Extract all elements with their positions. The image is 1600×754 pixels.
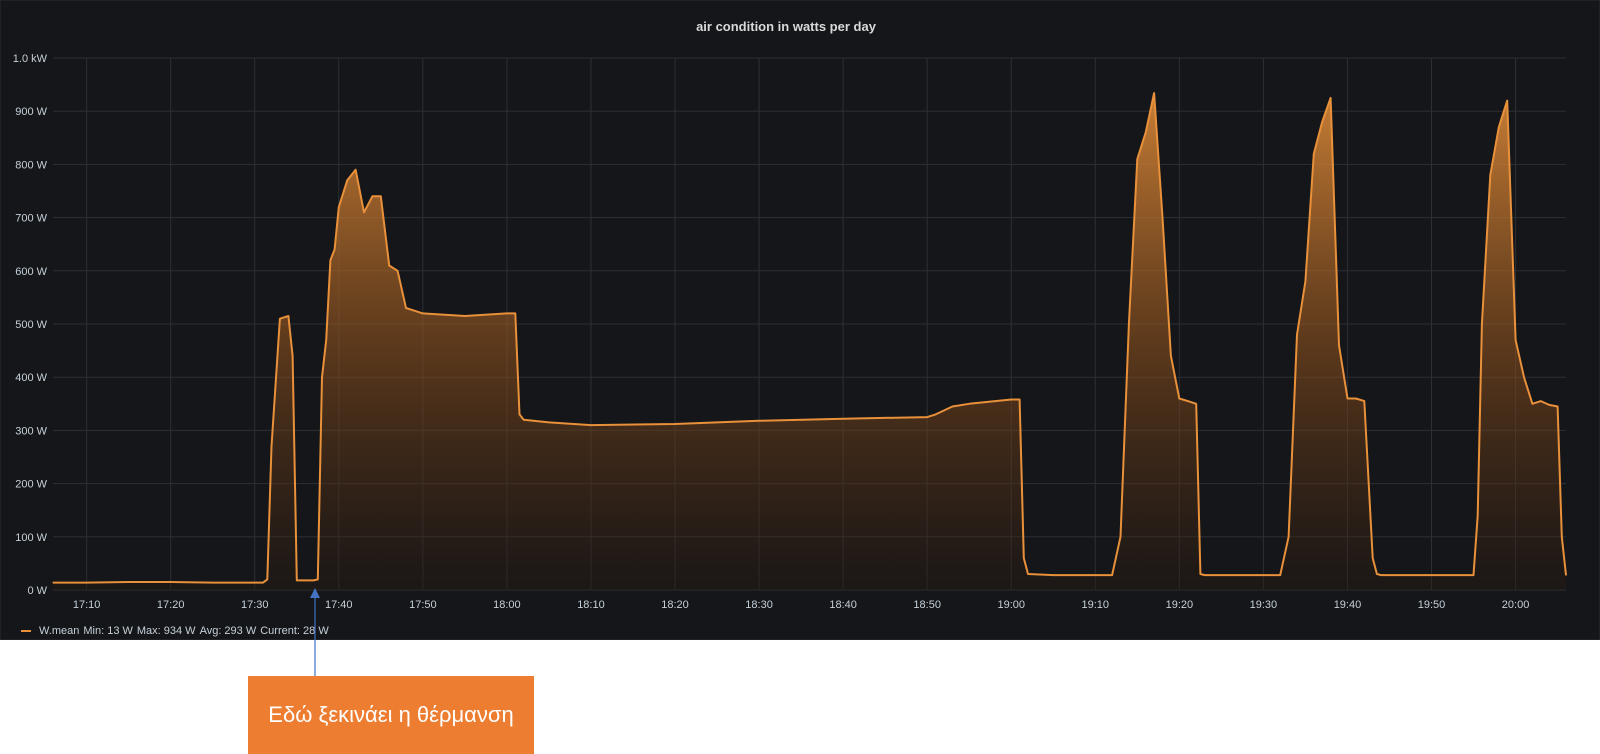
annotation-arrowhead [310, 588, 320, 598]
annotation-arrow [310, 588, 320, 677]
annotation-callout: Εδώ ξεκινάει η θέρμανση [248, 676, 534, 754]
annotation-text: Εδώ ξεκινάει η θέρμανση [268, 702, 514, 727]
